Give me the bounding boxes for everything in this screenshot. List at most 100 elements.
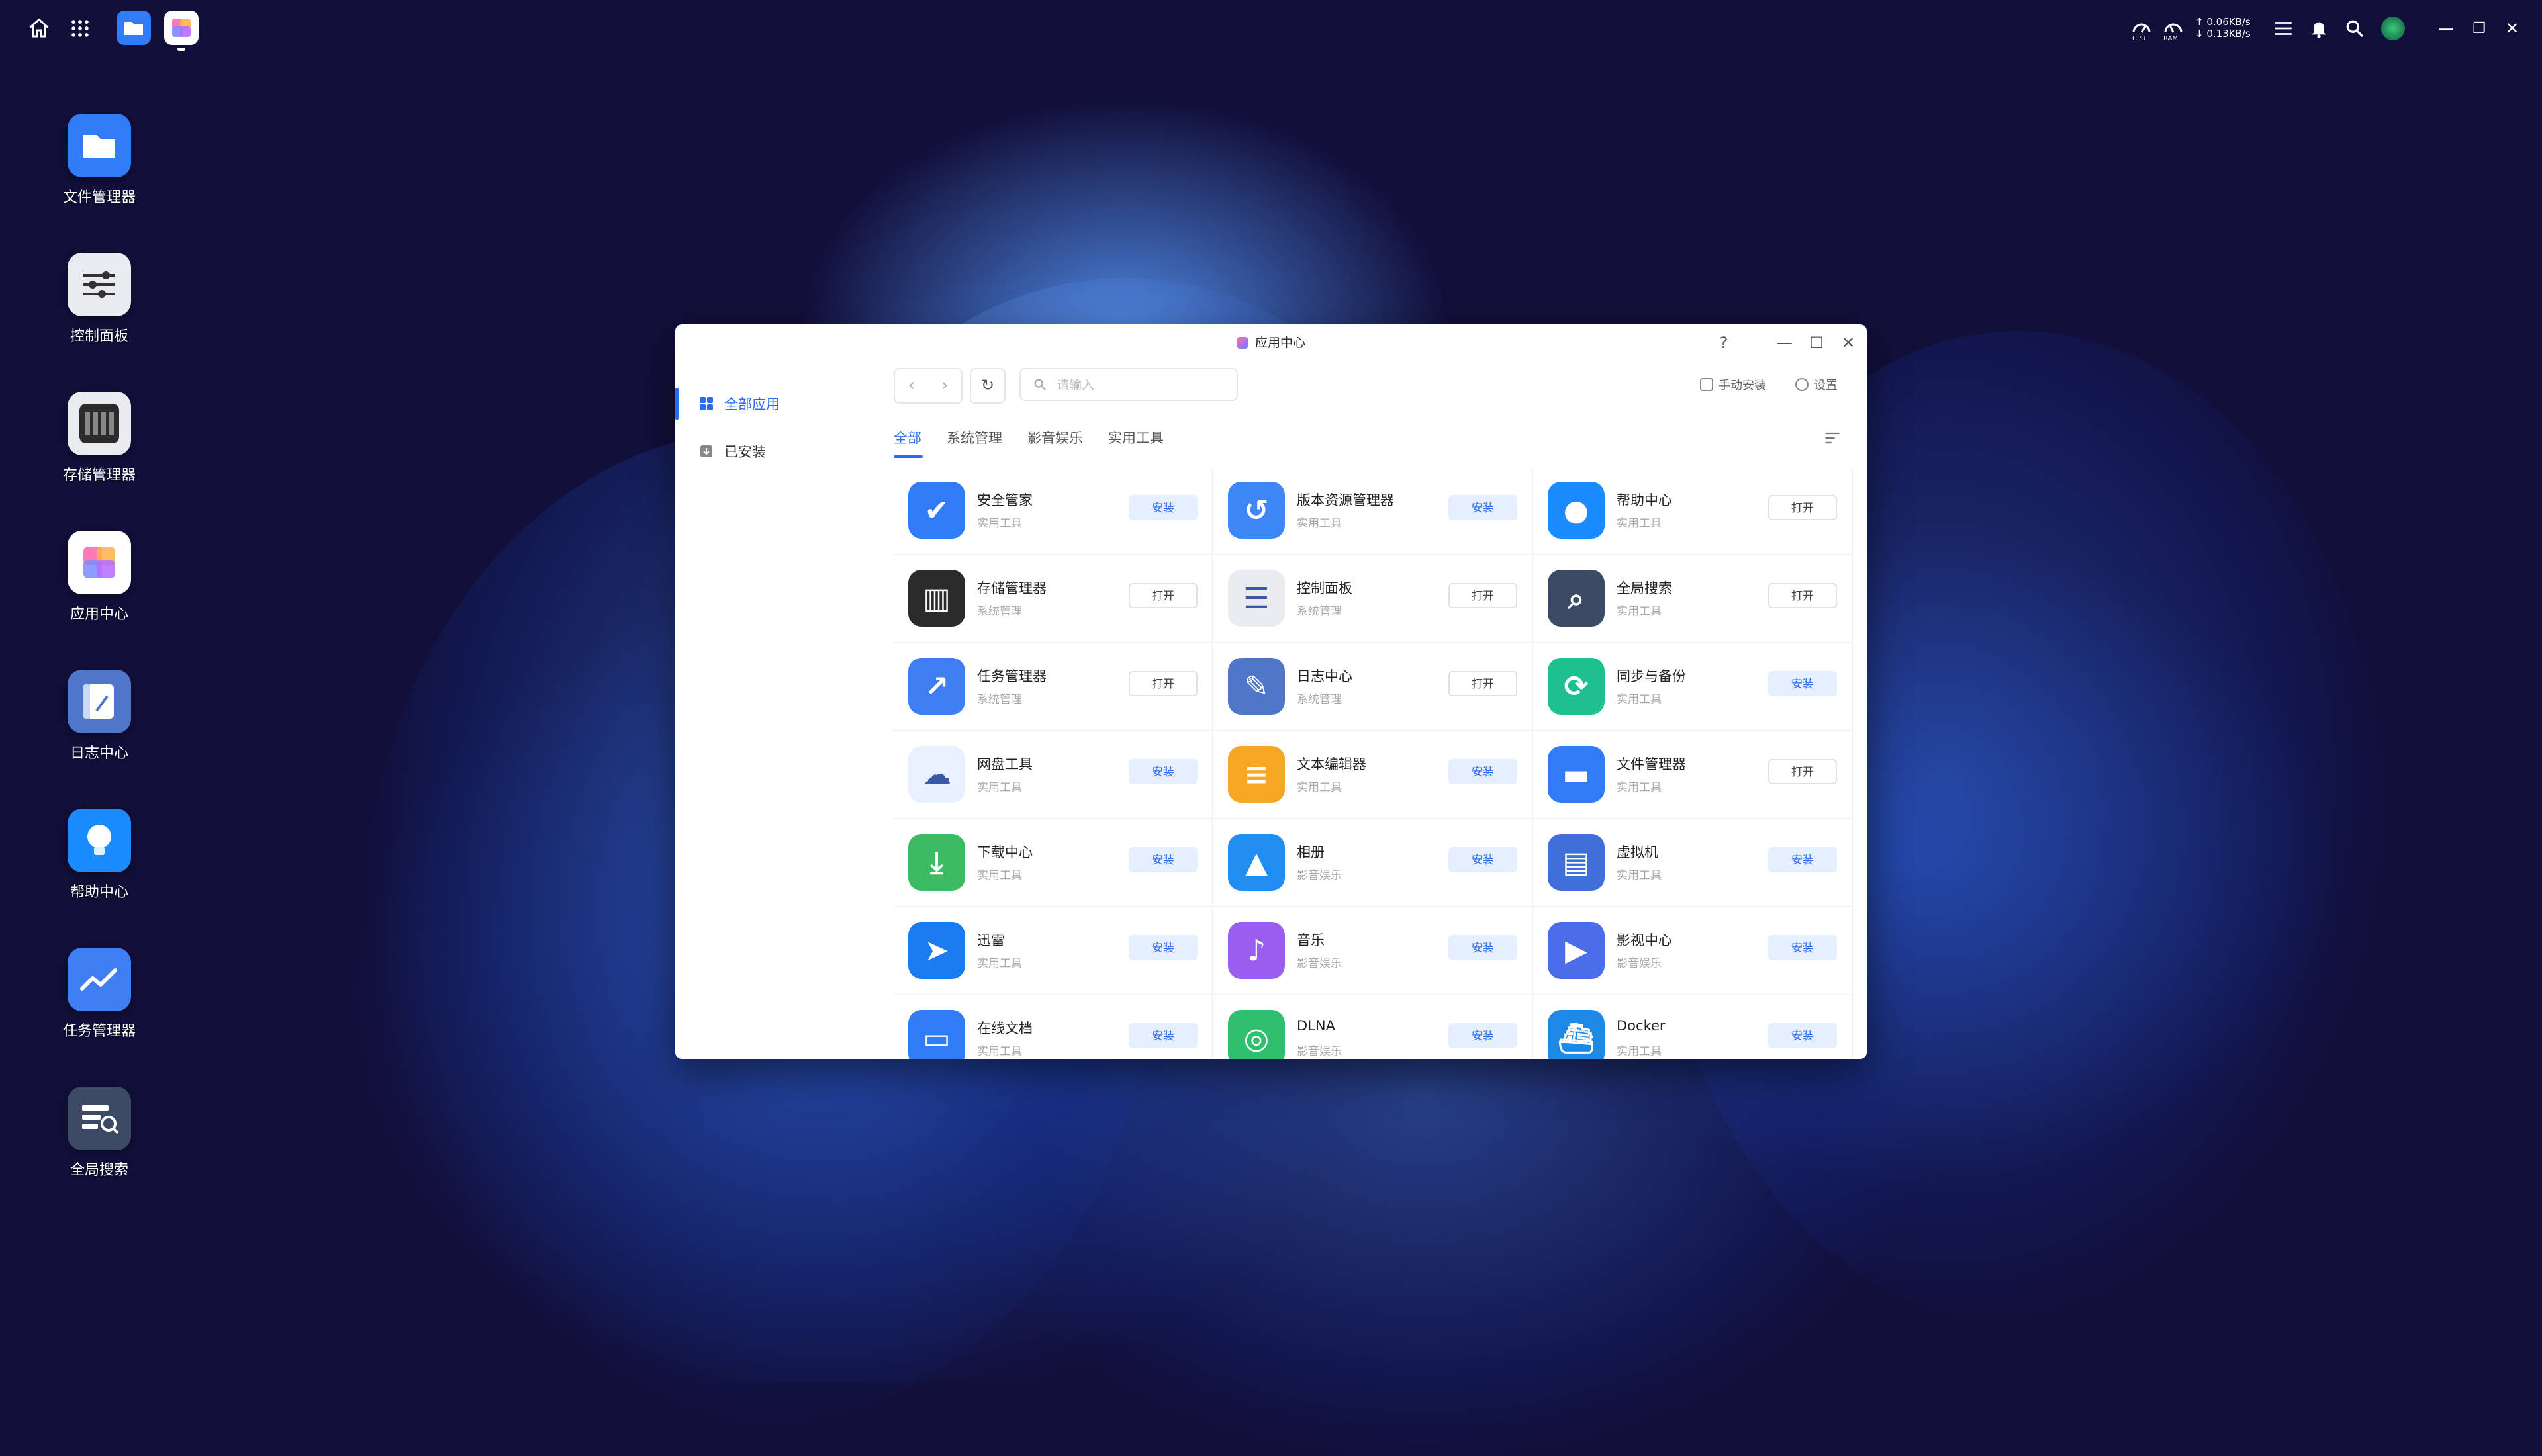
app-name: Docker <box>1617 1018 1666 1034</box>
app-card[interactable]: ↗ 任务管理器 系统管理 打开 <box>894 643 1213 731</box>
install-button[interactable]: 安装 <box>1768 671 1837 696</box>
app-category: 实用工具 <box>977 781 1022 794</box>
app-card[interactable]: ● 帮助中心 实用工具 打开 <box>1533 467 1853 555</box>
manual-install-label: 手动安装 <box>1718 379 1766 392</box>
open-button[interactable]: 打开 <box>1768 583 1837 608</box>
install-button[interactable]: 安装 <box>1448 759 1517 784</box>
app-icon-glyph: ↗ <box>924 669 949 704</box>
app-category: 影音娱乐 <box>1297 1045 1342 1058</box>
install-button[interactable]: 安装 <box>1129 759 1198 784</box>
minimize-icon[interactable]: — <box>2429 12 2463 45</box>
gear-icon <box>1795 378 1809 391</box>
app-card[interactable]: ▤ 虚拟机 实用工具 安装 <box>1533 819 1853 907</box>
install-button[interactable]: 安装 <box>1448 847 1517 872</box>
home-icon[interactable] <box>23 12 56 45</box>
tab-all[interactable]: 全部 <box>894 428 921 447</box>
app-card[interactable]: ▲ 相册 影音娱乐 安装 <box>1213 819 1533 907</box>
sidebar-item-all-apps[interactable]: 全部应用 <box>699 390 780 417</box>
docker-icon: ⛴ <box>1548 1010 1605 1059</box>
app-card[interactable]: ♪ 音乐 影音娱乐 安装 <box>1213 907 1533 995</box>
app-category: 实用工具 <box>977 869 1022 882</box>
app-card[interactable]: ☁ 网盘工具 实用工具 安装 <box>894 731 1213 819</box>
install-button[interactable]: 安装 <box>1768 1023 1837 1048</box>
tab-media[interactable]: 影音娱乐 <box>1027 428 1083 447</box>
app-name: 文本编辑器 <box>1297 756 1366 772</box>
desktop-item-file-manager[interactable]: 文件管理器 <box>40 114 159 206</box>
app-card[interactable]: ≡ 文本编辑器 实用工具 安装 <box>1213 731 1533 819</box>
desktop-item-task-manager[interactable]: 任务管理器 <box>40 948 159 1040</box>
app-card[interactable]: ✔ 安全管家 实用工具 安装 <box>894 467 1213 555</box>
install-button[interactable]: 安装 <box>1129 935 1198 960</box>
app-icon-glyph: ☰ <box>1243 581 1270 615</box>
open-button[interactable]: 打开 <box>1768 495 1837 520</box>
window-minimize-button[interactable]: — <box>1775 334 1794 352</box>
install-button[interactable]: 安装 <box>1448 1023 1517 1048</box>
app-card[interactable]: ▭ 在线文档 实用工具 安装 <box>894 995 1213 1059</box>
app-card[interactable]: ▬ 文件管理器 实用工具 打开 <box>1533 731 1853 819</box>
install-button[interactable]: 安装 <box>1448 495 1517 520</box>
install-button[interactable]: 安装 <box>1129 495 1198 520</box>
restore-icon[interactable]: ❐ <box>2463 12 2496 45</box>
desktop-item-global-search[interactable]: 全局搜索 <box>40 1087 159 1179</box>
app-card[interactable]: ⟳ 同步与备份 实用工具 安装 <box>1533 643 1853 731</box>
app-card[interactable]: ⌕ 全局搜索 实用工具 打开 <box>1533 555 1853 643</box>
open-button[interactable]: 打开 <box>1448 583 1517 608</box>
desktop-item-control-panel[interactable]: 控制面板 <box>40 253 159 345</box>
window-close-button[interactable]: ✕ <box>1839 334 1858 352</box>
panel-icon[interactable] <box>2267 12 2300 45</box>
file-manager-icon[interactable] <box>117 11 151 45</box>
app-center-icon[interactable] <box>164 11 199 45</box>
app-grid: ✔ 安全管家 实用工具 安装 ↺ 版本资源管理器 实用工具 安装 ● 帮助中心 实用工具 打开 ▥ 存储管… <box>894 467 1860 1059</box>
back-button[interactable]: ‹ <box>895 369 928 402</box>
app-icon-glyph: ▶ <box>1565 933 1587 968</box>
app-card[interactable]: ⛴ Docker 实用工具 安装 <box>1533 995 1853 1059</box>
sort-filter-icon[interactable] <box>1823 429 1842 447</box>
open-button[interactable]: 打开 <box>1129 671 1198 696</box>
install-button[interactable]: 安装 <box>1129 1023 1198 1048</box>
app-icon-glyph: ● <box>1563 493 1589 527</box>
forward-button[interactable]: › <box>928 369 961 402</box>
desktop-item-app-center[interactable]: 应用中心 <box>40 531 159 623</box>
desktop-item-storage-manager[interactable]: 存储管理器 <box>40 392 159 484</box>
desktop-item-log-center[interactable]: 日志中心 <box>40 670 159 762</box>
install-button[interactable]: 安装 <box>1129 847 1198 872</box>
app-card[interactable]: ➤ 迅雷 实用工具 安装 <box>894 907 1213 995</box>
search-input[interactable] <box>1055 375 1230 396</box>
install-button[interactable]: 安装 <box>1768 935 1837 960</box>
install-button[interactable]: 安装 <box>1448 935 1517 960</box>
manual-install-button[interactable]: 手动安装 <box>1700 376 1766 393</box>
desktop-item-help-center[interactable]: 帮助中心 <box>40 809 159 901</box>
app-category: 影音娱乐 <box>1297 957 1342 970</box>
settings-button[interactable]: 设置 <box>1795 376 1838 393</box>
open-button[interactable]: 打开 <box>1448 671 1517 696</box>
app-category: 系统管理 <box>1297 693 1342 706</box>
close-icon[interactable]: ✕ <box>2496 12 2529 45</box>
apps-grid-icon[interactable] <box>64 12 97 45</box>
app-name: 虚拟机 <box>1617 844 1658 860</box>
app-category: 系统管理 <box>1297 605 1342 618</box>
install-button[interactable]: 安装 <box>1768 847 1837 872</box>
app-card[interactable]: ✎ 日志中心 系统管理 打开 <box>1213 643 1533 731</box>
open-button[interactable]: 打开 <box>1129 583 1198 608</box>
app-card[interactable]: ↺ 版本资源管理器 实用工具 安装 <box>1213 467 1533 555</box>
bell-icon[interactable] <box>2302 12 2335 45</box>
app-name: 网盘工具 <box>977 756 1033 772</box>
search-icon[interactable] <box>2338 12 2371 45</box>
window-maximize-button[interactable]: ☐ <box>1807 334 1826 352</box>
open-button[interactable]: 打开 <box>1768 759 1837 784</box>
refresh-button[interactable]: ↻ <box>970 368 1006 404</box>
help-button[interactable]: ? <box>1715 334 1733 352</box>
window-title-bar[interactable]: 应用中心 <box>675 324 1867 361</box>
tab-utilities[interactable]: 实用工具 <box>1108 428 1164 447</box>
app-category: 影音娱乐 <box>1617 957 1662 970</box>
avatar-icon[interactable] <box>2377 12 2410 45</box>
app-card[interactable]: ▶ 影视中心 影音娱乐 安装 <box>1533 907 1853 995</box>
app-card[interactable]: ⤓ 下载中心 实用工具 安装 <box>894 819 1213 907</box>
sidebar-item-installed[interactable]: 已安装 <box>699 438 766 465</box>
app-category: 实用工具 <box>1617 869 1662 882</box>
app-card[interactable]: ☰ 控制面板 系统管理 打开 <box>1213 555 1533 643</box>
app-icon-glyph: ⟳ <box>1564 669 1589 704</box>
app-card[interactable]: ▥ 存储管理器 系统管理 打开 <box>894 555 1213 643</box>
tab-system[interactable]: 系统管理 <box>947 428 1002 447</box>
app-card[interactable]: ◎ DLNA 影音娱乐 安装 <box>1213 995 1533 1059</box>
